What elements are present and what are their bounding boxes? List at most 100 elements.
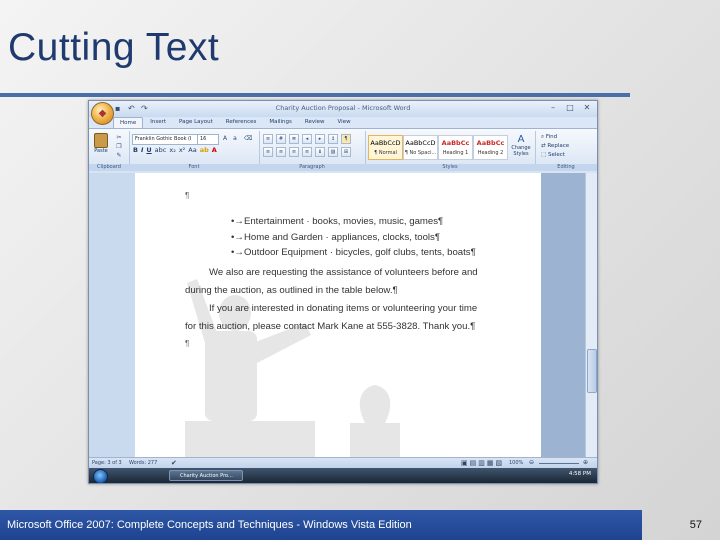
underline-icon[interactable]: U <box>146 146 151 154</box>
strikethrough-icon[interactable]: abc <box>155 146 167 154</box>
italic-icon[interactable]: I <box>141 146 143 154</box>
style-normal[interactable]: AaBbCcD ¶ Normal <box>368 135 403 160</box>
replace-button[interactable]: ⇄ Replace <box>541 142 569 151</box>
zoom-slider[interactable] <box>539 463 579 464</box>
tab-references[interactable]: References <box>220 117 263 128</box>
tab-view[interactable]: View <box>332 117 357 128</box>
editing-group: ⌕ Find ⇄ Replace ⬚ Select Editing <box>535 131 597 171</box>
copy-icon[interactable]: ❐ <box>115 143 123 150</box>
line-spacing-icon[interactable]: ↨ <box>315 147 325 157</box>
bullet-line-outdoor: •→Outdoor Equipment · bicycles, golf clu… <box>231 247 476 258</box>
editing-group-label: Editing <box>535 164 597 171</box>
grow-font-icon[interactable]: A <box>221 135 229 142</box>
slide-footer: Microsoft Office 2007: Complete Concepts… <box>0 510 642 540</box>
paragraph-group: ≡ # ≣ ◂ ▸ ↕ ¶ ≡ ≡ ≡ ≡ ↨ ▨ ⊞ Paragraph <box>259 131 366 171</box>
change-styles-button[interactable]: A Change Styles <box>509 134 533 157</box>
clipboard-group: Paste ✂ ❐ ✎ Clipboard <box>89 131 130 171</box>
ribbon: Paste ✂ ❐ ✎ Clipboard Franklin Gothic Bo… <box>89 128 597 174</box>
select-icon: ⬚ <box>541 152 548 158</box>
multilevel-list-icon[interactable]: ≣ <box>289 134 299 144</box>
tab-insert[interactable]: Insert <box>144 117 172 128</box>
tab-mailings[interactable]: Mailings <box>263 117 298 128</box>
scroll-thumb[interactable] <box>587 349 597 393</box>
paragraph-contact-line-2: for this auction, please contact Mark Ka… <box>185 321 476 332</box>
tab-review[interactable]: Review <box>299 117 331 128</box>
font-format-row: B I U abc x₂ x² Aa ab A <box>133 146 217 154</box>
zoom-level[interactable]: 100% <box>509 460 523 466</box>
find-button[interactable]: ⌕ Find <box>541 133 569 142</box>
left-margin-area <box>89 173 135 457</box>
font-name-box[interactable]: Franklin Gothic Book (I <box>132 134 198 145</box>
ribbon-tabs: Home Insert Page Layout References Maili… <box>113 117 357 128</box>
select-button[interactable]: ⬚ Select <box>541 151 569 160</box>
minimize-button[interactable]: – <box>547 103 559 112</box>
paragraph-volunteers-line-1: We also are requesting the assistance of… <box>209 267 478 278</box>
decrease-indent-icon[interactable]: ◂ <box>302 134 312 144</box>
paste-label: Paste <box>94 148 108 154</box>
shading-icon[interactable]: ▨ <box>328 147 338 157</box>
taskbar-clock: 4:58 PM <box>568 471 591 477</box>
paste-button[interactable]: Paste <box>92 133 110 159</box>
empty-paragraph-mark: ¶ <box>185 191 190 200</box>
tab-page-layout[interactable]: Page Layout <box>173 117 219 128</box>
office-button[interactable]: ◆ <box>91 102 114 125</box>
proofing-icon[interactable]: ✔ <box>171 459 177 467</box>
word-window: ▪ ↶ ↷ Charity Auction Proposal - Microso… <box>88 100 598 484</box>
change-styles-icon: A <box>517 134 525 145</box>
slide-title: Cutting Text <box>8 26 220 69</box>
zoom-out-icon[interactable]: ⊖ <box>529 459 534 466</box>
slide-number: 57 <box>689 519 702 531</box>
style-heading-1[interactable]: AaBbCc Heading 1 <box>438 135 473 160</box>
paragraph-contact-line-1: If you are interested in donating items … <box>209 303 478 314</box>
change-case-icon[interactable]: Aa <box>188 146 196 154</box>
font-group: Franklin Gothic Book (I 16 A a ⌫ B I U a… <box>129 131 260 171</box>
style-heading-2[interactable]: AaBbCc Heading 2 <box>473 135 508 160</box>
tab-home[interactable]: Home <box>113 117 144 128</box>
view-buttons[interactable]: ▣▤▥▦▧ <box>461 459 504 467</box>
paragraph-volunteers-line-2: during the auction, as outlined in the t… <box>185 285 398 296</box>
font-group-label: Font <box>129 164 259 171</box>
title-rule <box>0 93 630 97</box>
start-button[interactable] <box>93 469 108 483</box>
shrink-font-icon[interactable]: a <box>231 135 239 142</box>
highlight-icon[interactable]: ab <box>200 146 209 154</box>
cut-icon[interactable]: ✂ <box>115 134 123 141</box>
align-left-icon[interactable]: ≡ <box>263 147 273 157</box>
format-painter-icon[interactable]: ✎ <box>115 152 123 159</box>
word-count[interactable]: Words: 277 <box>129 460 157 466</box>
footer-text: Microsoft Office 2007: Complete Concepts… <box>7 519 412 531</box>
style-no-spacing[interactable]: AaBbCcD ¶ No Spaci... <box>403 135 438 160</box>
trailing-paragraph-mark: ¶ <box>185 339 190 348</box>
close-button[interactable]: ✕ <box>581 103 593 112</box>
document-area: ¶ •→Entertainment · books, movies, music… <box>135 173 585 457</box>
numbering-icon[interactable]: # <box>276 134 286 144</box>
title-bar: ▪ ↶ ↷ Charity Auction Proposal - Microso… <box>89 101 597 117</box>
superscript-icon[interactable]: x² <box>179 146 185 154</box>
styles-group: AaBbCcD ¶ Normal AaBbCcD ¶ No Spaci... A… <box>365 131 536 171</box>
window-title: Charity Auction Proposal - Microsoft Wor… <box>275 104 411 112</box>
zoom-in-icon[interactable]: ⊕ <box>583 459 588 466</box>
vertical-scrollbar[interactable] <box>585 173 597 457</box>
page-count[interactable]: Page: 3 of 3 <box>92 460 122 466</box>
bullet-line-home-garden: •→Home and Garden · appliances, clocks, … <box>231 232 441 243</box>
paragraph-group-label: Paragraph <box>259 164 365 171</box>
bold-icon[interactable]: B <box>133 146 138 154</box>
clear-format-icon[interactable]: ⌫ <box>244 135 252 142</box>
taskbar-word-button[interactable]: Charity Auction Pro... <box>169 470 243 481</box>
sort-icon[interactable]: ↕ <box>328 134 338 144</box>
justify-icon[interactable]: ≡ <box>302 147 312 157</box>
clipboard-icon <box>94 133 108 148</box>
subscript-icon[interactable]: x₂ <box>169 146 175 154</box>
document-page[interactable]: ¶ •→Entertainment · books, movies, music… <box>135 173 541 457</box>
clipboard-group-label: Clipboard <box>89 164 129 171</box>
center-icon[interactable]: ≡ <box>276 147 286 157</box>
maximize-button[interactable]: □ <box>564 103 576 112</box>
align-right-icon[interactable]: ≡ <box>289 147 299 157</box>
bullet-line-entertainment: •→Entertainment · books, movies, music, … <box>231 216 444 227</box>
borders-icon[interactable]: ⊞ <box>341 147 351 157</box>
font-color-icon[interactable]: A <box>212 146 217 154</box>
increase-indent-icon[interactable]: ▸ <box>315 134 325 144</box>
font-size-box[interactable]: 16 <box>197 134 219 145</box>
bullets-icon[interactable]: ≡ <box>263 134 273 144</box>
show-hide-icon[interactable]: ¶ <box>341 134 351 144</box>
